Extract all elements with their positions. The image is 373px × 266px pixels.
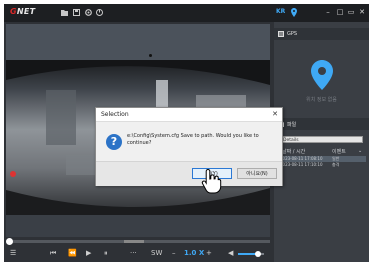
close-button[interactable]: ✕ (357, 7, 367, 17)
menu-icon[interactable]: ☰ (10, 249, 16, 258)
playback-controls: ☰ ⏮ ⏪ ▶ ⏸ ··· SW – 1.0 X + ◀ (6, 247, 270, 261)
folder-icon[interactable] (61, 9, 68, 16)
question-icon: ? (106, 134, 122, 150)
gps-panel-title: GPS (287, 31, 298, 37)
chevron-down-icon[interactable]: ⌄ (358, 148, 362, 154)
minimize-button[interactable]: – (323, 7, 333, 17)
title-bar: GNET KR – □ ▭ ✕ (4, 4, 369, 22)
prev-file-icon[interactable]: ⏮ (50, 249, 56, 258)
side-panel: GPS 위치 정보 없음 파일 Details 날짜 / 시간 이벤트 ⌄ 20… (274, 22, 369, 262)
file-date: 2023-08-11 17:10:10 (280, 162, 323, 167)
video-footer-area (6, 215, 270, 237)
volume-icon[interactable]: ◀ (228, 249, 233, 258)
gps-caption: 위치 정보 없음 (306, 97, 337, 103)
dialog-close-button[interactable]: ✕ (272, 110, 278, 119)
seek-handle[interactable] (6, 238, 13, 245)
volume-slider[interactable] (238, 251, 264, 257)
gps-map-area[interactable]: 위치 정보 없음 (274, 40, 369, 120)
video-header-area (6, 24, 270, 60)
file-panel-title: 파일 (287, 122, 297, 128)
rewind-icon[interactable]: ⏪ (68, 249, 77, 258)
dialog-footer: 예(Y) 아니요(N) (96, 161, 282, 186)
language-badge[interactable]: KR (276, 8, 285, 15)
restore-button[interactable]: ▭ (346, 7, 356, 17)
sw-button[interactable]: SW (151, 249, 162, 258)
location-pin-icon (311, 60, 333, 90)
selection-dialog: Selection ✕ ? e:\Config\System.cfg Save … (95, 107, 283, 186)
pause-icon[interactable]: ⏸ (104, 249, 108, 258)
gps-panel-header: GPS (274, 28, 369, 40)
column-date-header[interactable]: 날짜 / 시간 (282, 148, 305, 155)
settings-icon[interactable] (85, 9, 92, 16)
play-icon[interactable]: ▶ (86, 249, 91, 258)
hand-cursor-icon (201, 168, 222, 194)
gps-status-icon (291, 8, 297, 17)
file-row[interactable]: 2023-08-11 17:10:10 충격 (278, 162, 366, 168)
dialog-title-bar: Selection ✕ (96, 108, 282, 122)
seek-buffer-marker (124, 240, 144, 243)
config-icon[interactable] (96, 9, 103, 16)
file-list: 2023-08-11 17:08:10 일반 2023-08-11 17:10:10… (278, 156, 366, 168)
dialog-message: e:\Config\System.cfg Save to path. Would… (127, 133, 259, 146)
maximize-button[interactable]: □ (335, 7, 345, 17)
file-panel-header: 파일 (274, 118, 369, 130)
dialog-title: Selection (101, 111, 129, 118)
app-window: GNET KR – □ ▭ ✕ ☰ ⏮ ⏪ ▶ ⏸ ··· SW – 1.0 X… (4, 4, 369, 262)
seek-bar[interactable] (6, 238, 270, 245)
speed-up-button[interactable]: + (206, 249, 212, 258)
speed-value: 1.0 X (184, 249, 205, 257)
volume-knob[interactable] (254, 251, 261, 257)
save-icon[interactable] (73, 9, 80, 16)
no-button[interactable]: 아니요(N) (237, 168, 277, 179)
file-search-input[interactable]: Details (280, 136, 363, 143)
file-type: 충격 (332, 162, 340, 167)
app-logo: GNET (10, 7, 36, 16)
record-indicator (10, 171, 16, 177)
map-icon (278, 31, 284, 37)
speed-down-button[interactable]: – (172, 249, 176, 258)
more-options-button[interactable]: ··· (130, 249, 137, 258)
column-type-header[interactable]: 이벤트 (332, 148, 346, 155)
video-marker (149, 54, 152, 57)
